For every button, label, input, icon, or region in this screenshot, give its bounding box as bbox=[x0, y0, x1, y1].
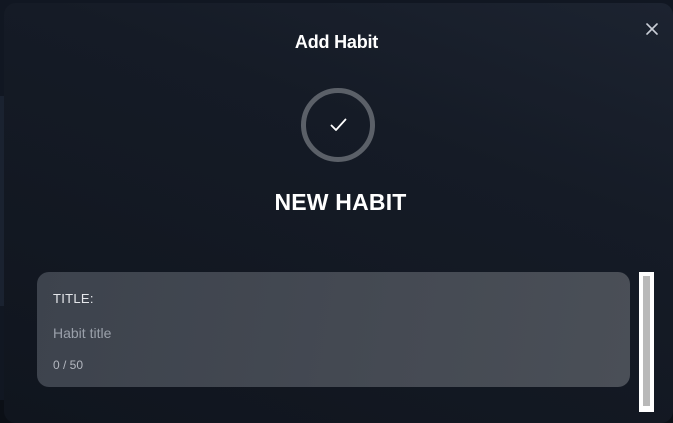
close-button[interactable] bbox=[641, 18, 663, 40]
habit-title-input[interactable] bbox=[51, 320, 615, 346]
scrollbar-thumb[interactable] bbox=[643, 276, 650, 406]
title-field-card: TITLE: 0 / 50 bbox=[37, 272, 630, 387]
character-counter: 0 / 50 bbox=[53, 358, 84, 372]
modal-title: Add Habit bbox=[294, 32, 379, 52]
title-field-label: TITLE: bbox=[53, 291, 94, 306]
habit-status-icon bbox=[301, 88, 375, 162]
close-icon bbox=[646, 23, 658, 35]
new-habit-heading: NEW HABIT bbox=[274, 189, 407, 215]
add-habit-modal: Add Habit NEW HABIT TITLE: 0 / 50 bbox=[4, 3, 673, 423]
modal-scrollbar[interactable] bbox=[639, 272, 654, 412]
checkmark-icon bbox=[330, 118, 347, 131]
